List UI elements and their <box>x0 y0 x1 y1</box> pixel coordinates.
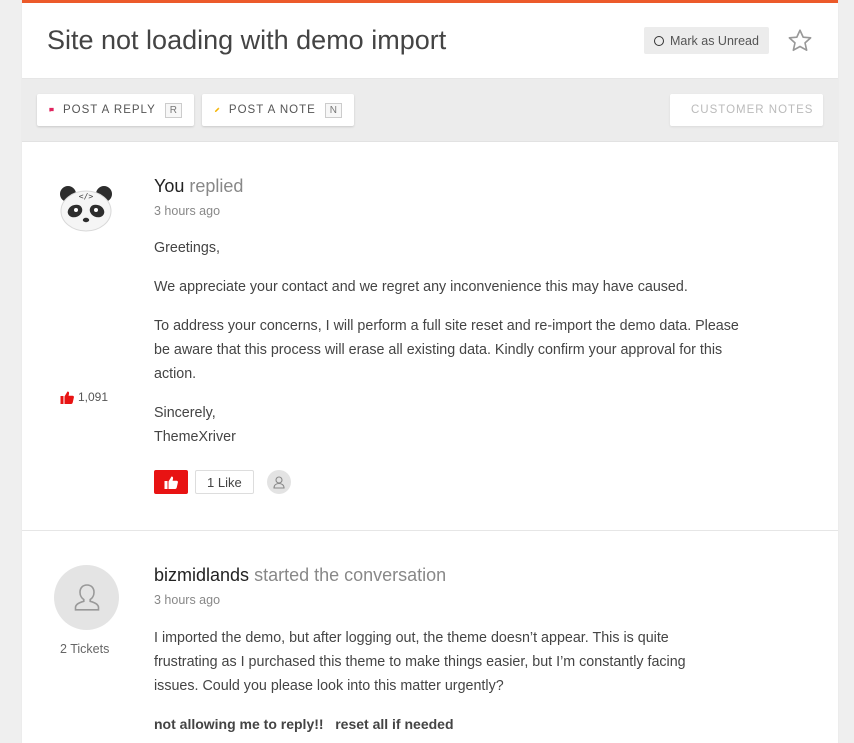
pencil-icon <box>214 107 220 113</box>
speech-bubble-icon <box>49 107 54 113</box>
vote-count-value: 1,091 <box>78 390 109 404</box>
like-count-button[interactable]: 1 Like <box>195 470 254 494</box>
post-note-button[interactable]: POST A NOTE N <box>202 94 354 126</box>
customer-avatar <box>54 565 119 630</box>
circle-icon <box>654 35 664 46</box>
thumbs-up-icon <box>164 476 178 489</box>
reply-shortcut-key: R <box>164 102 182 118</box>
message-paragraph: Greetings, <box>154 240 220 256</box>
message-action: started the conversation <box>254 565 447 585</box>
note-shortcut-key: N <box>324 102 342 118</box>
like-button[interactable] <box>154 470 188 494</box>
message-paragraph: To address your concerns, I will perform… <box>154 318 739 382</box>
post-reply-button[interactable]: POST A REPLY R <box>37 94 194 126</box>
conversation-header: Site not loading with demo import Mark a… <box>22 3 838 79</box>
star-outline-icon[interactable] <box>786 27 814 55</box>
message-paragraph: I imported the demo, but after logging o… <box>154 630 686 694</box>
thread-message: </> 1,091 You replied 3 hours ago Greeti… <box>22 142 838 531</box>
message-timestamp: 3 hours ago <box>154 204 221 218</box>
post-note-label: POST A NOTE <box>228 104 316 116</box>
message-thread: </> 1,091 You replied 3 hours ago Greeti… <box>22 142 838 732</box>
mark-unread-button[interactable]: Mark as Unread <box>644 27 769 54</box>
message-timestamp: 3 hours ago <box>154 593 221 607</box>
thumbs-up-icon <box>60 391 74 404</box>
message-author-line: You replied <box>154 176 243 197</box>
conversation-title: Site not loading with demo import <box>47 25 447 55</box>
customer-notes-button[interactable]: CUSTOMER NOTES <box>670 94 823 126</box>
message-body: Greetings, We appreciate your contact an… <box>154 236 754 464</box>
customer-notes-label: CUSTOMER NOTES <box>691 104 814 116</box>
message-paragraph: We appreciate your contact and we regret… <box>154 279 688 295</box>
user-icon <box>74 583 99 611</box>
conversation-card: Site not loading with demo import Mark a… <box>22 0 838 743</box>
message-author-line: bizmidlands started the conversation <box>154 565 446 586</box>
action-toolbar: POST A REPLY R POST A NOTE N CUSTOMER NO… <box>22 79 838 142</box>
author-name[interactable]: bizmidlands <box>154 565 249 585</box>
message-body: I imported the demo, but after logging o… <box>154 626 734 713</box>
message-paragraph: Sincerely, ThemeXriver <box>154 405 236 445</box>
message-bold-note: not allowing me to reply!! reset all if … <box>154 716 454 732</box>
liker-avatar[interactable] <box>266 470 291 494</box>
message-action: replied <box>189 176 244 196</box>
svg-text:</>: </> <box>79 192 94 201</box>
user-icon <box>273 476 285 489</box>
vote-count: 1,091 <box>60 390 108 404</box>
author-name[interactable]: You <box>154 176 184 196</box>
panda-avatar: </> <box>60 186 112 232</box>
ticket-count[interactable]: 2 Tickets <box>60 642 109 656</box>
mark-unread-label: Mark as Unread <box>670 33 759 48</box>
like-row: 1 Like <box>154 470 291 494</box>
post-reply-label: POST A REPLY <box>63 104 156 116</box>
